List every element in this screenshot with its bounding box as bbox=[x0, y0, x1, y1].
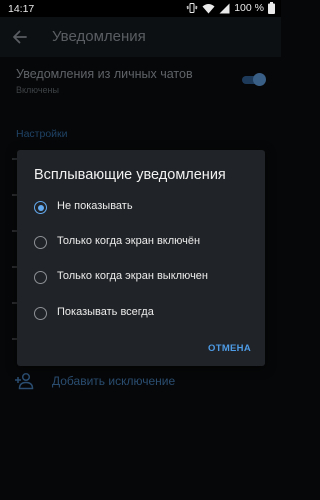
cancel-button[interactable]: ОТМЕНА bbox=[208, 343, 251, 354]
add-exception-button[interactable]: Добавить исключение bbox=[14, 371, 175, 391]
status-time: 14:17 bbox=[8, 3, 35, 15]
setting-subtitle: Включены bbox=[16, 85, 59, 95]
status-bar: 14:17 100 % bbox=[0, 0, 281, 17]
section-header: Настройки bbox=[16, 128, 68, 140]
option-never-show[interactable]: Не показывать bbox=[17, 192, 265, 224]
option-label: Только когда экран включён bbox=[57, 235, 201, 247]
option-always-show[interactable]: Показывать всегда bbox=[17, 298, 265, 330]
add-exception-label: Добавить исключение bbox=[52, 374, 176, 388]
radio-button[interactable] bbox=[34, 271, 47, 284]
battery-percent: 100 % bbox=[234, 2, 264, 14]
option-screen-off[interactable]: Только когда экран выключен bbox=[17, 262, 265, 294]
option-label: Только когда экран выключен bbox=[57, 270, 208, 282]
dialog-title: Всплывающие уведомления bbox=[34, 167, 226, 183]
wifi-icon bbox=[202, 3, 215, 13]
option-label: Не показывать bbox=[57, 200, 133, 212]
popup-notifications-dialog: Всплывающие уведомления Не показывать То… bbox=[17, 150, 265, 366]
status-icons: 100 % bbox=[186, 2, 275, 14]
back-arrow-icon[interactable] bbox=[10, 27, 30, 47]
app-bar: Уведомления bbox=[0, 17, 281, 57]
radio-button[interactable] bbox=[34, 236, 47, 249]
battery-icon bbox=[268, 2, 275, 14]
option-screen-on[interactable]: Только когда экран включён bbox=[17, 227, 265, 259]
vibrate-icon bbox=[186, 3, 198, 13]
private-chats-toggle[interactable] bbox=[242, 73, 266, 87]
radio-button[interactable] bbox=[34, 307, 47, 320]
toggle-thumb bbox=[253, 73, 266, 86]
option-label: Показывать всегда bbox=[57, 306, 154, 318]
page-title: Уведомления bbox=[52, 28, 146, 45]
add-person-icon bbox=[15, 372, 34, 390]
radio-button[interactable] bbox=[34, 201, 47, 214]
signal-icon bbox=[219, 3, 230, 13]
setting-title: Уведомления из личных чатов bbox=[16, 67, 193, 81]
